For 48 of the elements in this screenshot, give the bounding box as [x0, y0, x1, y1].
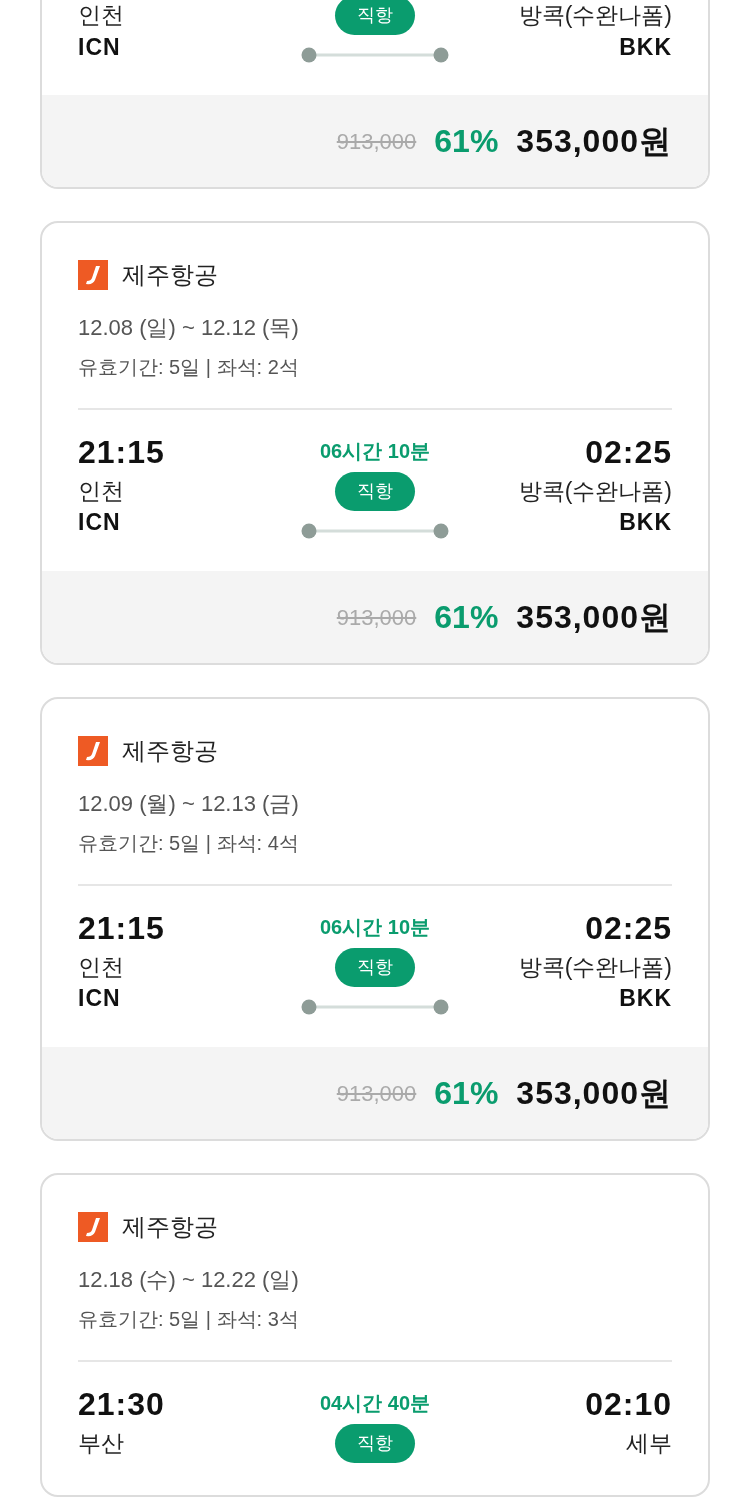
travel-dates: 12.08 (일) ~ 12.12 (목): [78, 314, 300, 342]
airline-logo-icon: [78, 736, 108, 766]
original-price: 913,000: [336, 1079, 417, 1108]
validity-seats: 유효기간: 5일 | 좌석: 3석: [78, 1304, 672, 1334]
origin-city: 인천: [78, 476, 125, 506]
destination-city: 세부: [625, 1428, 672, 1458]
direct-flight-badge: 직항: [335, 472, 415, 511]
discount-rate: 61%: [434, 1074, 499, 1113]
direct-flight-badge: 직항: [335, 948, 415, 987]
destination-code: BKK: [618, 984, 672, 1014]
departure-time: 21:15: [78, 909, 166, 948]
travel-dates: 12.09 (월) ~ 12.13 (금): [78, 790, 300, 818]
original-price: 913,000: [336, 127, 417, 156]
flight-duration: 06시간 10분: [319, 915, 431, 940]
airline-name: 제주항공: [122, 736, 218, 766]
destination-city: 방콕(수완나폼): [517, 476, 672, 506]
departure-time: 21:30: [78, 1385, 166, 1424]
flight-duration: 04시간 40분: [319, 1391, 431, 1416]
discount-rate: 61%: [434, 122, 499, 161]
direct-flight-badge: 직항: [335, 1424, 415, 1463]
airline-logo-icon: [78, 1212, 108, 1242]
destination-city: 방콕(수완나폼): [517, 1, 672, 30]
sale-price: 353,000원: [516, 122, 672, 161]
departure-time: 21:15: [78, 433, 166, 472]
sale-price: 353,000원: [516, 598, 672, 637]
validity-seats: 유효기간: 5일 | 좌석: 4석: [78, 828, 672, 858]
arrival-time: 02:25: [584, 433, 672, 472]
flight-duration: 06시간 10분: [319, 439, 431, 464]
airline-name: 제주항공: [122, 260, 218, 290]
direct-flight-badge: 직항: [335, 0, 415, 35]
origin-code: ICN: [78, 508, 122, 538]
origin-city: 인천: [78, 1, 125, 30]
origin-city: 인천: [78, 952, 125, 982]
origin-code: ICN: [78, 32, 122, 62]
origin-city: 부산: [78, 1428, 125, 1458]
destination-code: BKK: [618, 508, 672, 538]
airline-name: 제주항공: [122, 1212, 218, 1242]
arrival-time: 02:25: [584, 909, 672, 948]
discount-rate: 61%: [434, 598, 499, 637]
destination-city: 방콕(수완나폼): [517, 952, 672, 982]
original-price: 913,000: [336, 603, 417, 632]
airline-logo-icon: [78, 260, 108, 290]
origin-code: ICN: [78, 984, 122, 1014]
validity-seats: 유효기간: 5일 | 좌석: 2석: [78, 352, 672, 382]
sale-price: 353,000원: [516, 1074, 672, 1113]
travel-dates: 12.18 (수) ~ 12.22 (일): [78, 1266, 300, 1294]
arrival-time: 02:10: [584, 1385, 672, 1424]
destination-code: BKK: [618, 32, 672, 62]
